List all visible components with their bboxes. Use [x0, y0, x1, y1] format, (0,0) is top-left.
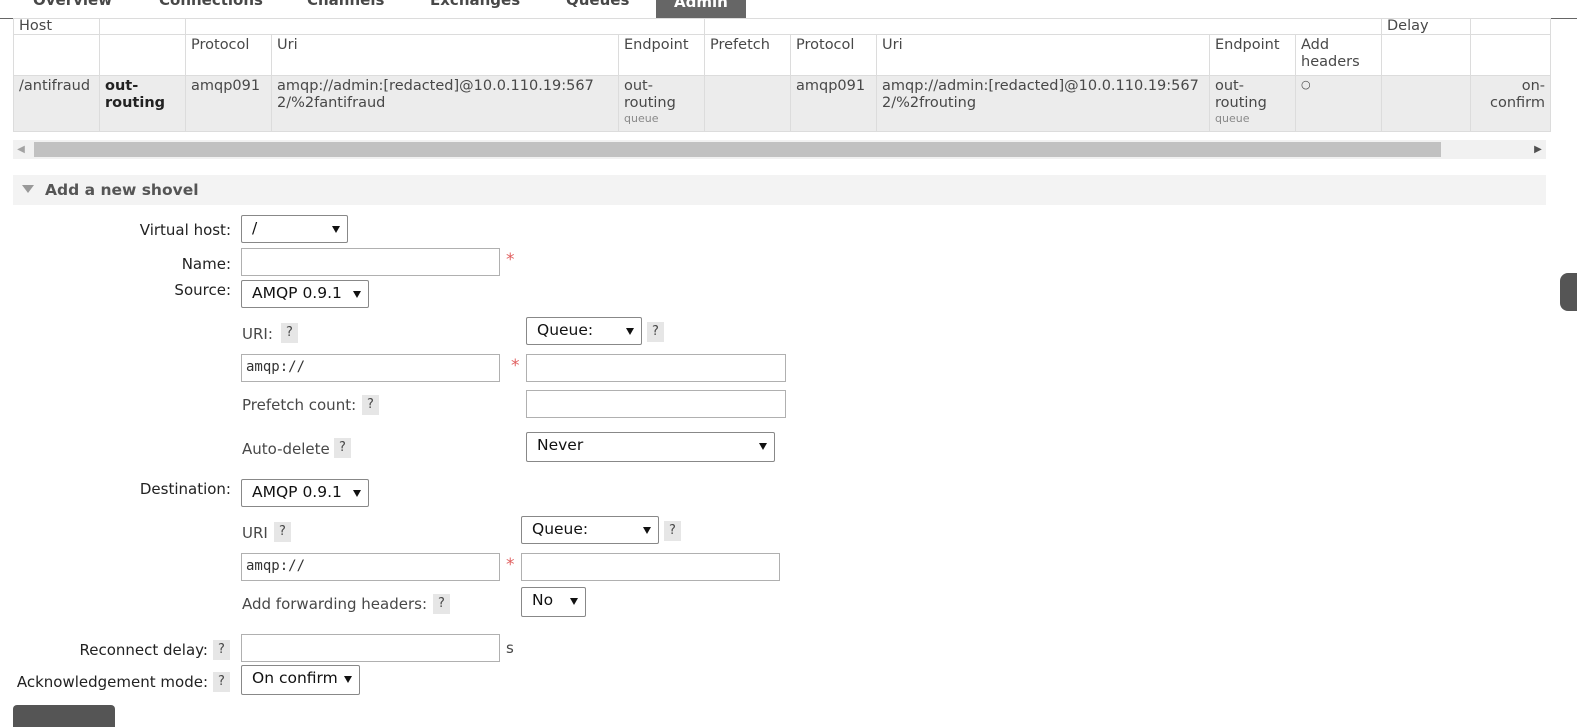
col-dest-protocol: Protocol	[790, 34, 877, 76]
virtual-host-label: Virtual host:	[139, 221, 231, 239]
section-title: Add a new shovel	[45, 181, 199, 199]
source-protocol-select[interactable]: AMQP 0.9.1	[241, 280, 369, 308]
top-nav: Overview Connections Channels Exchanges …	[0, 0, 1577, 19]
cell-add-headers: ○	[1295, 75, 1382, 132]
cell-src-uri: amqp://admin:[redacted]@10.0.110.19:5672…	[271, 75, 619, 132]
help-icon[interactable]: ?	[281, 323, 298, 343]
cell-dest-protocol: amqp091	[790, 75, 877, 132]
tab-admin[interactable]: Admin	[656, 0, 746, 18]
col-src-endpoint: Endpoint	[618, 34, 705, 76]
chevron-down-icon	[353, 490, 361, 497]
virtual-host-select[interactable]: /	[241, 215, 348, 243]
cell-src-prefetch	[704, 75, 791, 132]
src-endpoint-type: queue	[624, 112, 659, 125]
auto-delete-select[interactable]: Never	[526, 432, 775, 462]
help-icon[interactable]: ?	[334, 438, 351, 458]
source-queue-type-select[interactable]: Queue:	[526, 317, 642, 345]
tab-exchanges[interactable]: Exchanges	[430, 0, 520, 18]
chevron-down-icon	[759, 443, 767, 450]
prefetch-count-label: Prefetch count:	[242, 396, 357, 414]
tab-overview[interactable]: Overview	[33, 0, 112, 18]
seconds-unit-label: s	[506, 639, 514, 657]
horizontal-scrollbar[interactable]: ◀ ▶	[13, 140, 1546, 159]
source-queue-input[interactable]	[526, 354, 786, 382]
ack-mode-label: Acknowledgement mode:	[16, 673, 208, 691]
dest-endpoint-name: out-routing	[1215, 78, 1267, 111]
table-row: /antifraud out-routing amqp091 amqp://ad…	[13, 75, 1551, 132]
help-icon[interactable]: ?	[433, 594, 450, 614]
destination-queue-type-select[interactable]: Queue:	[521, 516, 659, 544]
shovel-name-link[interactable]: out-routing	[105, 78, 165, 111]
cell-dest-uri: amqp://admin:[redacted]@10.0.110.19:5672…	[876, 75, 1210, 132]
chevron-down-icon	[643, 527, 651, 534]
col-dest-endpoint: Endpoint	[1209, 34, 1296, 76]
col-src-protocol: Protocol	[185, 34, 272, 76]
scroll-right-icon[interactable]: ▶	[1530, 140, 1546, 159]
cell-dest-endpoint: out-routing queue	[1209, 75, 1296, 132]
destination-label: Destination:	[139, 480, 231, 498]
required-marker: *	[511, 356, 520, 376]
chevron-down-icon	[353, 291, 361, 298]
tab-connections[interactable]: Connections	[159, 0, 263, 18]
required-marker: *	[506, 555, 515, 575]
add-forwarding-headers-select[interactable]: No	[521, 587, 586, 617]
cell-delay	[1381, 75, 1471, 132]
cell-ack-mode: on-confirm	[1470, 75, 1551, 132]
destination-uri-label: URI	[242, 524, 268, 542]
cell-src-protocol: amqp091	[185, 75, 272, 132]
name-input[interactable]	[241, 248, 500, 276]
help-icon[interactable]: ?	[362, 395, 379, 415]
ack-mode-select[interactable]: On confirm	[241, 665, 360, 695]
add-shovel-section-header[interactable]: Add a new shovel	[13, 175, 1546, 205]
chevron-down-icon	[570, 598, 578, 605]
source-uri-input[interactable]: amqp://	[241, 354, 500, 382]
help-icon[interactable]: ?	[647, 322, 664, 342]
dest-endpoint-type: queue	[1215, 112, 1250, 125]
help-icon[interactable]: ?	[213, 672, 230, 692]
cell-vhost: /antifraud	[13, 75, 100, 132]
add-forwarding-headers-label: Add forwarding headers:	[242, 595, 427, 613]
shovels-table: Host Delay Protocol Uri Endpoint Prefetc…	[13, 18, 1551, 132]
chevron-down-icon	[344, 676, 352, 683]
header-delay: Delay	[1381, 18, 1471, 35]
help-icon[interactable]: ?	[274, 522, 291, 542]
chevron-down-icon	[332, 226, 340, 233]
reconnect-delay-input[interactable]	[241, 634, 500, 662]
tab-queues[interactable]: Queues	[566, 0, 629, 18]
auto-delete-label: Auto-delete	[242, 440, 330, 458]
header-host: Host	[13, 18, 100, 35]
source-uri-label: URI:	[242, 325, 273, 343]
help-icon[interactable]: ?	[213, 640, 230, 660]
side-panel-tab[interactable]	[1560, 273, 1577, 311]
src-endpoint-name: out-routing	[624, 78, 676, 111]
name-label: Name:	[181, 255, 231, 273]
scrollbar-thumb[interactable]	[34, 142, 1441, 157]
add-shovel-button[interactable]	[13, 705, 115, 727]
col-add-headers: Add headers	[1295, 34, 1382, 76]
required-marker: *	[506, 250, 515, 270]
destination-queue-input[interactable]	[521, 553, 780, 581]
chevron-down-icon	[626, 328, 634, 335]
col-src-prefetch: Prefetch	[704, 34, 791, 76]
collapse-triangle-icon	[22, 185, 34, 193]
destination-protocol-select[interactable]: AMQP 0.9.1	[241, 479, 369, 507]
source-label: Source:	[174, 281, 231, 299]
col-src-uri: Uri	[271, 34, 619, 76]
cell-src-endpoint: out-routing queue	[618, 75, 705, 132]
cell-shovel-name[interactable]: out-routing	[99, 75, 186, 132]
help-icon[interactable]: ?	[664, 521, 681, 541]
destination-uri-input[interactable]: amqp://	[241, 553, 500, 581]
col-dest-uri: Uri	[876, 34, 1210, 76]
tab-channels[interactable]: Channels	[307, 0, 384, 18]
prefetch-count-input[interactable]	[526, 390, 786, 418]
scroll-left-icon[interactable]: ◀	[13, 140, 29, 159]
reconnect-delay-label: Reconnect delay:	[79, 641, 209, 659]
